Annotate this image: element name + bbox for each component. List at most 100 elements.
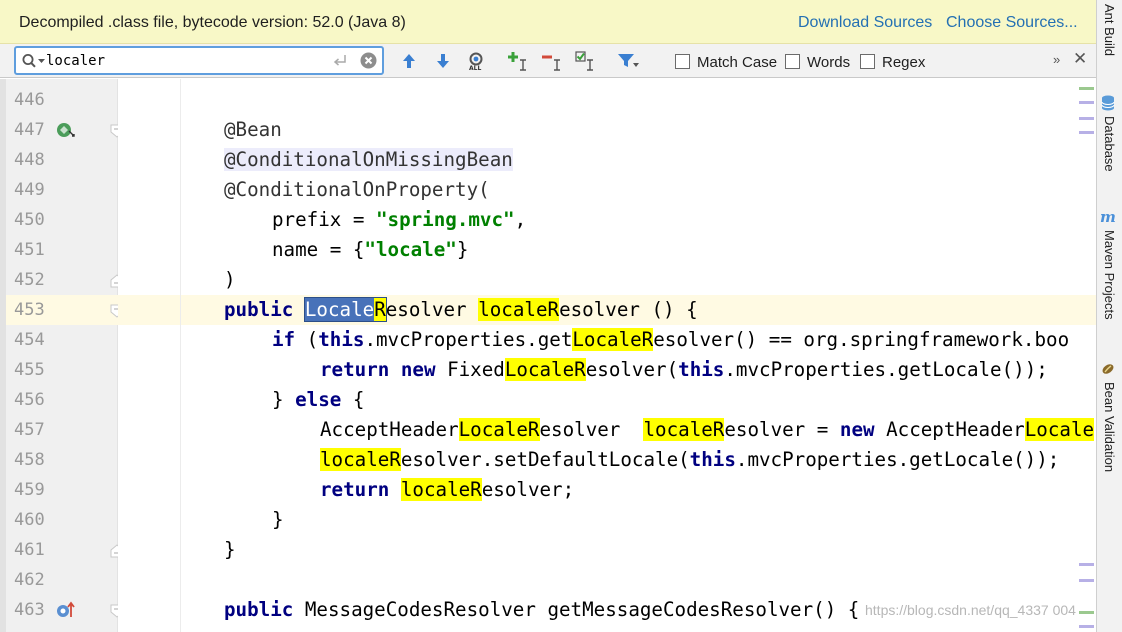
gutter-line[interactable]: 452 — [0, 265, 124, 295]
code-text: esolver — [559, 298, 640, 321]
editor-gutter: 446 447 448 449 450 451 452 453 454 455 … — [0, 79, 124, 632]
stripe-marker[interactable] — [1079, 87, 1094, 90]
search-match: LocaleR — [572, 328, 654, 351]
gutter-line[interactable]: 454 — [0, 325, 118, 355]
code-text: MessageCodesResolver getMessageCodesReso… — [293, 598, 860, 621]
stripe-marker[interactable] — [1079, 101, 1094, 104]
code-text: esolver — [539, 418, 632, 441]
code-text: esolver() == org.springframework.boo — [653, 328, 1070, 351]
gutter-line[interactable]: 460 — [0, 505, 118, 535]
remove-occurrence-icon[interactable] — [542, 51, 562, 71]
line-number: 458 — [14, 450, 45, 470]
gutter-line[interactable]: 447 — [0, 115, 124, 145]
clear-search-icon[interactable] — [360, 52, 377, 69]
stripe-marker[interactable] — [1079, 131, 1094, 134]
gutter-line[interactable]: 463 — [0, 595, 124, 625]
search-match: LocaleR — [458, 418, 540, 441]
keyword: if — [272, 328, 296, 351]
code-line: name = {"locale"} — [272, 235, 468, 265]
string-literal: "locale" — [364, 238, 457, 261]
tool-window-ant-build[interactable]: Ant Build — [1099, 4, 1121, 56]
override-gutter-icon[interactable] — [55, 600, 77, 620]
search-match: LocaleR — [504, 358, 586, 381]
code-text: esolver = — [724, 418, 840, 441]
regex-option[interactable]: Regex — [860, 54, 925, 71]
string-literal: "spring.mvc" — [375, 208, 515, 231]
code-line: } else { — [272, 385, 364, 415]
gutter-line[interactable]: 450 — [0, 205, 118, 235]
keyword: return — [320, 358, 390, 381]
code-text: Fixed — [435, 358, 505, 381]
code-text: } — [272, 388, 296, 411]
next-occurrence-icon[interactable] — [433, 51, 453, 71]
line-number: 449 — [14, 180, 45, 200]
line-number: 446 — [14, 90, 45, 110]
previous-occurrence-icon[interactable] — [399, 51, 419, 71]
stripe-marker[interactable] — [1079, 579, 1094, 582]
select-all-occurrences-icon[interactable]: ALL — [467, 51, 487, 71]
annotation: @ConditionalOnMissingBean — [224, 148, 513, 171]
code-text: } — [224, 538, 236, 561]
annotation: @ConditionalOnProperty( — [224, 178, 490, 201]
gutter-line[interactable]: 455 — [0, 355, 118, 385]
enter-icon[interactable] — [332, 52, 348, 68]
regex-checkbox[interactable] — [860, 54, 875, 69]
tool-window-maven-projects[interactable]: m Maven Projects — [1099, 208, 1121, 320]
tool-window-database[interactable]: Database — [1099, 94, 1121, 172]
gutter-line[interactable]: 448 — [0, 145, 118, 175]
code-line: @ConditionalOnProperty( — [224, 175, 490, 205]
gutter-line[interactable]: 461 — [0, 535, 124, 565]
words-checkbox[interactable] — [785, 54, 800, 69]
line-number: 457 — [14, 420, 45, 440]
left-panel-edge — [0, 79, 6, 632]
line-number: 456 — [14, 390, 45, 410]
stripe-marker[interactable] — [1079, 611, 1094, 614]
bean-gutter-icon[interactable] — [55, 120, 77, 140]
code-text: AcceptHeader — [874, 418, 1025, 441]
line-number: 447 — [14, 120, 45, 140]
filter-icon[interactable] — [617, 51, 639, 71]
search-match: localeR — [400, 478, 482, 501]
choose-sources-link[interactable]: Choose Sources... — [946, 14, 1078, 32]
tool-window-label: Bean Validation — [1102, 382, 1117, 473]
code-text: esolver; — [481, 478, 575, 501]
code-text: , — [514, 208, 527, 231]
gutter-line[interactable]: 446 — [0, 85, 118, 115]
indent-guide — [180, 79, 181, 632]
code-line: @Bean — [224, 115, 282, 145]
gutter-line[interactable]: 451 — [0, 235, 118, 265]
words-option[interactable]: Words — [785, 54, 850, 71]
more-options-icon[interactable]: » — [1053, 52, 1060, 67]
line-number: 450 — [14, 210, 45, 230]
code-text: .mvcProperties.getLocale()); — [735, 448, 1060, 471]
close-find-icon[interactable]: ✕ — [1073, 49, 1087, 69]
gutter-line[interactable]: 456 — [0, 385, 118, 415]
gutter-line[interactable]: 459 — [0, 475, 118, 505]
stripe-marker[interactable] — [1079, 563, 1094, 566]
match-case-option[interactable]: Match Case — [675, 54, 777, 71]
search-field[interactable] — [14, 46, 384, 75]
search-input[interactable] — [46, 51, 336, 71]
gutter-line-current[interactable]: 453 — [0, 295, 124, 325]
code-text: name = { — [272, 238, 365, 261]
gutter-line[interactable]: 458 — [0, 445, 118, 475]
match-case-label: Match Case — [697, 54, 778, 71]
gutter-line[interactable]: 449 — [0, 175, 118, 205]
stripe-marker[interactable] — [1079, 117, 1094, 120]
search-history-icon[interactable] — [21, 53, 47, 69]
code-editor[interactable]: @Bean @ConditionalOnMissingBean @Conditi… — [118, 79, 1096, 632]
code-text: () { — [639, 298, 698, 321]
select-all-matches-icon[interactable] — [575, 51, 595, 71]
tool-window-bean-validation[interactable]: Bean Validation — [1099, 360, 1121, 472]
error-stripe[interactable] — [1077, 79, 1096, 632]
keyword: public — [224, 298, 294, 321]
code-line: AcceptHeaderLocaleResolver localeResolve… — [320, 415, 1095, 445]
gutter-line[interactable]: 457 — [0, 415, 118, 445]
gutter-line[interactable]: 462 — [0, 565, 118, 595]
regex-label: Regex — [882, 54, 926, 71]
download-sources-link[interactable]: Download Sources — [798, 14, 932, 32]
add-occurrence-icon[interactable] — [508, 51, 528, 71]
stripe-marker[interactable] — [1079, 625, 1094, 628]
match-case-checkbox[interactable] — [675, 54, 690, 69]
